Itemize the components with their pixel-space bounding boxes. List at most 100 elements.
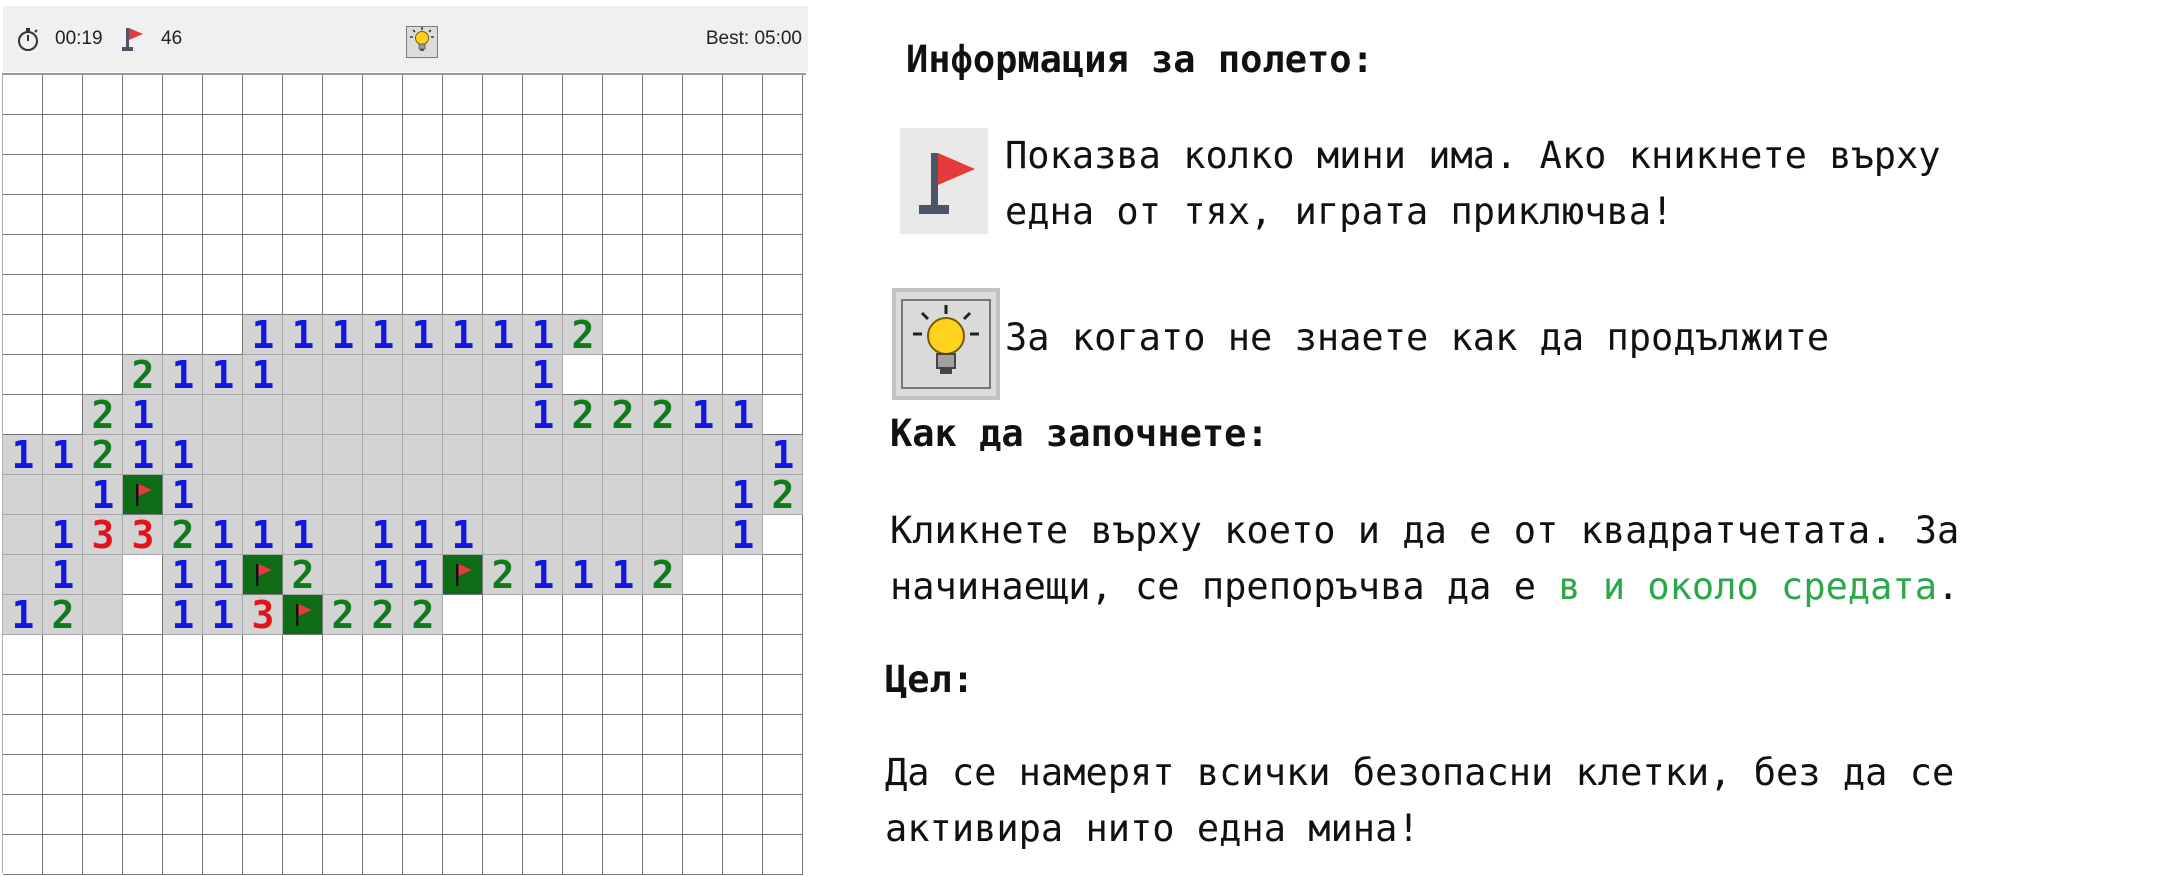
unopened-cell[interactable] [523,635,563,675]
unopened-cell[interactable] [523,715,563,755]
unopened-cell[interactable] [3,835,43,875]
number-cell[interactable]: 1 [203,595,243,635]
unopened-cell[interactable] [43,715,83,755]
unopened-cell[interactable] [683,75,723,115]
unopened-cell[interactable] [483,235,523,275]
unopened-cell[interactable] [763,595,803,635]
unopened-cell[interactable] [283,155,323,195]
unopened-cell[interactable] [163,715,203,755]
unopened-cell[interactable] [563,795,603,835]
opened-cell[interactable] [643,435,683,475]
unopened-cell[interactable] [763,395,803,435]
unopened-cell[interactable] [403,835,443,875]
unopened-cell[interactable] [283,675,323,715]
unopened-cell[interactable] [123,595,163,635]
opened-cell[interactable] [243,435,283,475]
unopened-cell[interactable] [443,715,483,755]
unopened-cell[interactable] [323,835,363,875]
number-cell[interactable]: 2 [123,355,163,395]
unopened-cell[interactable] [163,835,203,875]
number-cell[interactable]: 1 [403,315,443,355]
unopened-cell[interactable] [3,155,43,195]
unopened-cell[interactable] [323,675,363,715]
opened-cell[interactable] [683,435,723,475]
unopened-cell[interactable] [523,675,563,715]
opened-cell[interactable] [323,515,363,555]
unopened-cell[interactable] [443,795,483,835]
unopened-cell[interactable] [203,155,243,195]
unopened-cell[interactable] [643,595,683,635]
unopened-cell[interactable] [763,555,803,595]
unopened-cell[interactable] [123,635,163,675]
flagged-cell[interactable] [123,475,163,515]
unopened-cell[interactable] [123,675,163,715]
unopened-cell[interactable] [723,195,763,235]
number-cell[interactable]: 1 [3,435,43,475]
unopened-cell[interactable] [283,195,323,235]
number-cell[interactable]: 1 [163,475,203,515]
unopened-cell[interactable] [563,635,603,675]
unopened-cell[interactable] [283,75,323,115]
unopened-cell[interactable] [763,275,803,315]
opened-cell[interactable] [483,355,523,395]
opened-cell[interactable] [683,515,723,555]
unopened-cell[interactable] [443,675,483,715]
unopened-cell[interactable] [603,355,643,395]
unopened-cell[interactable] [603,315,643,355]
unopened-cell[interactable] [443,155,483,195]
unopened-cell[interactable] [763,75,803,115]
unopened-cell[interactable] [603,75,643,115]
unopened-cell[interactable] [763,675,803,715]
unopened-cell[interactable] [723,75,763,115]
opened-cell[interactable] [483,435,523,475]
number-cell[interactable]: 1 [523,315,563,355]
unopened-cell[interactable] [163,675,203,715]
unopened-cell[interactable] [763,155,803,195]
unopened-cell[interactable] [603,195,643,235]
unopened-cell[interactable] [243,635,283,675]
opened-cell[interactable] [323,475,363,515]
flagged-cell[interactable] [283,595,323,635]
unopened-cell[interactable] [283,115,323,155]
unopened-cell[interactable] [3,115,43,155]
opened-cell[interactable] [3,475,43,515]
unopened-cell[interactable] [123,275,163,315]
opened-cell[interactable] [163,395,203,435]
unopened-cell[interactable] [243,675,283,715]
unopened-cell[interactable] [123,715,163,755]
opened-cell[interactable] [323,355,363,395]
unopened-cell[interactable] [403,75,443,115]
unopened-cell[interactable] [643,235,683,275]
number-cell[interactable]: 1 [243,515,283,555]
number-cell[interactable]: 1 [43,555,83,595]
number-cell[interactable]: 1 [683,395,723,435]
unopened-cell[interactable] [763,195,803,235]
unopened-cell[interactable] [363,115,403,155]
unopened-cell[interactable] [683,235,723,275]
opened-cell[interactable] [483,395,523,435]
opened-cell[interactable] [323,435,363,475]
opened-cell[interactable] [363,475,403,515]
unopened-cell[interactable] [443,115,483,155]
opened-cell[interactable] [363,435,403,475]
opened-cell[interactable] [723,435,763,475]
unopened-cell[interactable] [43,235,83,275]
number-cell[interactable]: 1 [723,395,763,435]
unopened-cell[interactable] [323,755,363,795]
number-cell[interactable]: 3 [83,515,123,555]
unopened-cell[interactable] [723,835,763,875]
unopened-cell[interactable] [683,715,723,755]
opened-cell[interactable] [283,435,323,475]
unopened-cell[interactable] [3,195,43,235]
unopened-cell[interactable] [43,75,83,115]
opened-cell[interactable] [603,475,643,515]
unopened-cell[interactable] [123,75,163,115]
unopened-cell[interactable] [723,115,763,155]
opened-cell[interactable] [563,515,603,555]
opened-cell[interactable] [203,435,243,475]
opened-cell[interactable] [283,355,323,395]
opened-cell[interactable] [203,395,243,435]
unopened-cell[interactable] [403,155,443,195]
flagged-cell[interactable] [443,555,483,595]
unopened-cell[interactable] [683,275,723,315]
